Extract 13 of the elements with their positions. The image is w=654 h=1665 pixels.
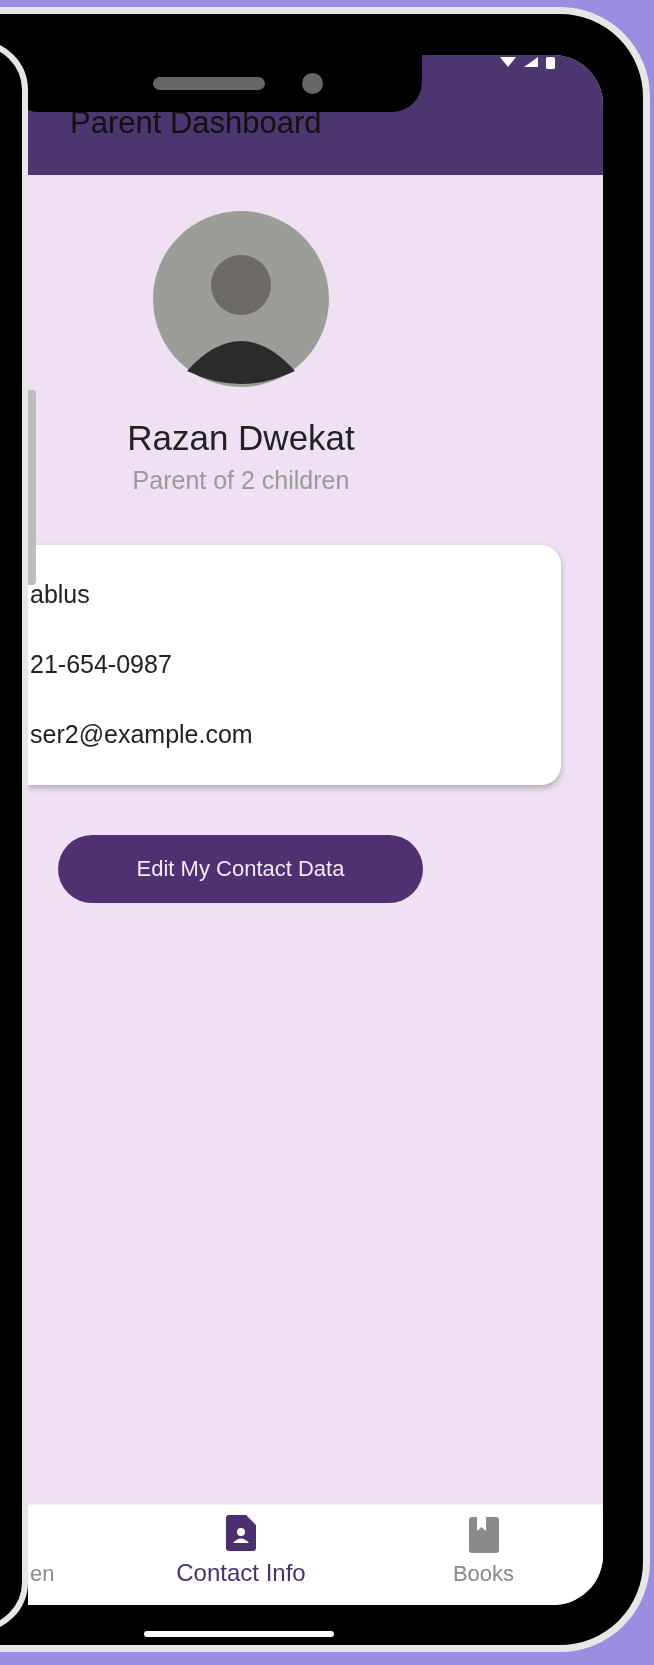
battery-icon	[546, 57, 555, 69]
contact-detail: 21-654-0987	[30, 649, 173, 680]
book-icon	[468, 1517, 499, 1553]
signal-icon	[524, 57, 538, 67]
edit-contact-button[interactable]: Edit My Contact Data	[58, 835, 423, 903]
profile-subtitle: Parent of 2 children	[132, 465, 350, 495]
profile-name: Razan Dwekat	[127, 417, 355, 459]
wifi-icon	[500, 57, 516, 67]
app-bar-title: Parent Dashboard	[70, 105, 322, 141]
contact-detail: ablus	[30, 579, 91, 610]
contact-card-icon	[226, 1515, 256, 1551]
nav-tab[interactable]: Contact Info	[118, 1505, 364, 1605]
contact-detail: ser2@example.com	[30, 719, 254, 750]
